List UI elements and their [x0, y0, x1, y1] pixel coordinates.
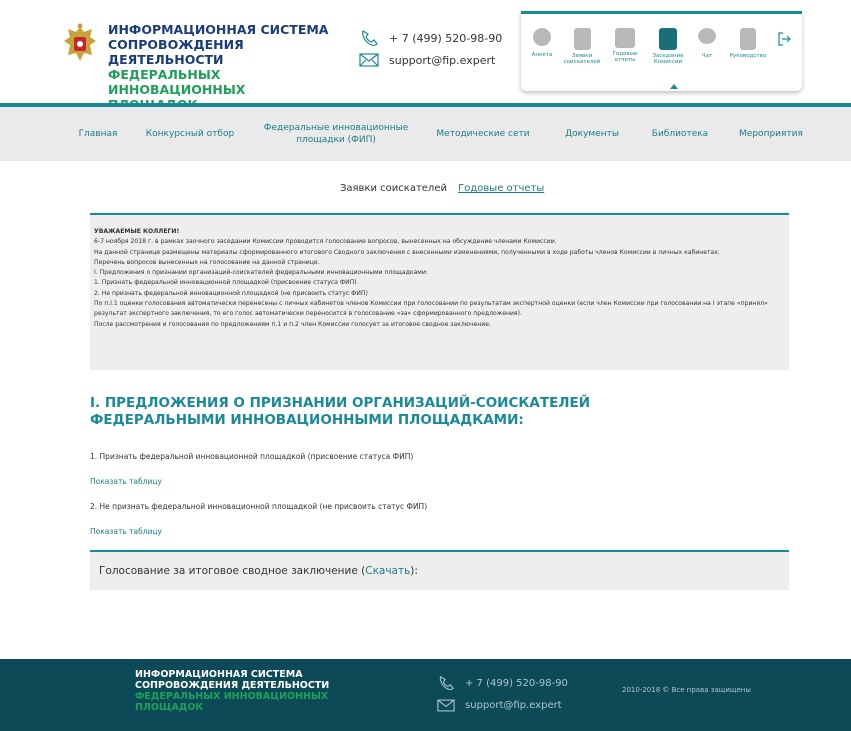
chat-icon — [698, 28, 716, 44]
tab-annual-reports[interactable]: Годовые отчеты — [458, 183, 544, 194]
user-toolbar: Анкета Заявки соискателей Годовые отчеты… — [521, 11, 802, 91]
active-indicator — [670, 84, 678, 89]
vote-text-suffix: ): — [410, 565, 418, 577]
toolbar-label: Чат — [701, 53, 713, 59]
toolbar-label: Руководство — [729, 53, 767, 59]
toolbar-label: Заявки соискателей — [563, 53, 601, 65]
toolbar-label: Заседание Комиссии — [652, 53, 684, 65]
phone-icon — [358, 29, 380, 47]
toolbar-label: Анкета — [531, 52, 553, 58]
show-table-link-2[interactable]: Показать таблицу — [90, 527, 162, 536]
toolbar-item-commission[interactable]: Заседание Комиссии — [647, 28, 689, 65]
notice-line: После рассмотрения и голосования по пред… — [94, 320, 491, 328]
show-table-link-1[interactable]: Показать таблицу — [90, 477, 162, 486]
notice-line: 2. Не признать федеральной инновационной… — [94, 289, 368, 297]
phone-icon — [436, 675, 456, 691]
nav-item-library[interactable]: Библиотека — [640, 107, 720, 161]
proposal-item-1: 1. Признать федеральной инновационной пл… — [90, 452, 414, 461]
toolbar-label: Годовые отчеты — [612, 51, 638, 63]
notice-line: Перечень вопросов вынесенных на голосова… — [94, 258, 320, 266]
site-footer: ИНФОРМАЦИОННАЯ СИСТЕМА СОПРОВОЖДЕНИЯ ДЕЯ… — [0, 659, 851, 731]
notice-title: УВАЖАЕМЫЕ КОЛЛЕГИ! — [94, 228, 180, 235]
footer-brand-line-2: СОПРОВОЖДЕНИЯ ДЕЯТЕЛЬНОСТИ — [135, 680, 330, 691]
logout-icon — [778, 32, 791, 46]
notice-line: 6-7 ноября 2018 г. в рамках заочного зас… — [94, 238, 557, 246]
nav-item-documents[interactable]: Документы — [552, 107, 632, 161]
toolbar-item-profile[interactable]: Анкета — [529, 28, 555, 58]
final-vote-box: Голосование за итоговое сводное заключен… — [90, 550, 789, 590]
footer-copyright: 2010-2018 © Все права защищены — [622, 686, 751, 694]
document-icon — [573, 28, 591, 50]
nav-item-events[interactable]: Мероприятия — [726, 107, 816, 161]
mail-icon — [436, 699, 456, 712]
toolbar-item-manual[interactable]: Руководство — [725, 28, 771, 59]
user-icon — [533, 28, 551, 46]
site-header: ИНФОРМАЦИОННАЯ СИСТЕМА СОПРОВОЖДЕНИЯ ДЕЯ… — [0, 0, 851, 112]
main-nav: Главная Конкурсный отбор Федеральные инн… — [0, 107, 851, 161]
nav-item-method-networks[interactable]: Методические сети — [428, 107, 538, 161]
mail-icon — [358, 51, 380, 69]
footer-contacts: + 7 (499) 520-98-90 support@fip.expert — [436, 672, 568, 716]
tab-applications[interactable]: Заявки соискателей — [340, 183, 447, 194]
commission-icon — [659, 28, 677, 50]
toolbar-item-applications[interactable]: Заявки соискателей — [561, 28, 603, 65]
proposal-item-2: 2. Не признать федеральной инновационной… — [90, 502, 428, 511]
footer-brand-line-3: ФЕДЕРАЛЬНЫХ ИННОВАЦИОННЫХ — [135, 691, 329, 702]
toolbar-item-annual-reports[interactable]: Годовые отчеты — [609, 28, 641, 63]
brand-line-1: ИНФОРМАЦИОННАЯ СИСТЕМА — [108, 22, 329, 37]
header-phone[interactable]: + 7 (499) 520-98-90 — [389, 32, 502, 45]
notice-line: I. Предложения о признании организаций-с… — [94, 269, 428, 277]
footer-phone[interactable]: + 7 (499) 520-98-90 — [465, 678, 568, 689]
section-heading: I. ПРЕДЛОЖЕНИЯ О ПРИЗНАНИИ ОРГАНИЗАЦИЙ-С… — [90, 395, 591, 428]
brand-line-3: ФЕДЕРАЛЬНЫХ ИННОВАЦИОННЫХ — [108, 67, 246, 97]
coat-of-arms-icon — [64, 23, 96, 61]
nav-item-fip[interactable]: Федеральные инновационные площадки (ФИП) — [256, 107, 416, 161]
toolbar-item-chat[interactable]: Чат — [695, 28, 719, 59]
notice-box: УВАЖАЕМЫЕ КОЛЛЕГИ! 6-7 ноября 2018 г. в … — [90, 213, 789, 370]
footer-brand[interactable]: ИНФОРМАЦИОННАЯ СИСТЕМА СОПРОВОЖДЕНИЯ ДЕЯ… — [135, 669, 355, 713]
notice-line: На данной странице размещены материалы с… — [94, 248, 720, 256]
download-link[interactable]: Скачать — [365, 565, 410, 577]
notice-line: По п.I.1 оценки голосования автоматическ… — [94, 300, 768, 318]
nav-item-home[interactable]: Главная — [62, 107, 134, 161]
header-contacts: + 7 (499) 520-98-90 support@fip.expert — [358, 27, 502, 71]
nav-item-contest[interactable]: Конкурсный отбор — [140, 107, 240, 161]
footer-brand-line-4: ПЛОЩАДОК — [135, 702, 204, 713]
footer-email[interactable]: support@fip.expert — [465, 700, 562, 711]
footer-brand-line-1: ИНФОРМАЦИОННАЯ СИСТЕМА — [135, 669, 303, 680]
header-email[interactable]: support@fip.expert — [389, 54, 495, 67]
vote-text-prefix: Голосование за итоговое сводное заключен… — [99, 565, 366, 577]
notice-line: 1. Признать федеральной инновационной пл… — [94, 279, 357, 287]
manual-icon — [740, 28, 756, 50]
folder-icon — [615, 28, 635, 48]
sub-tabs: Заявки соискателей Годовые отчеты — [340, 183, 544, 194]
brand-title[interactable]: ИНФОРМАЦИОННАЯ СИСТЕМА СОПРОВОЖДЕНИЯ ДЕЯ… — [108, 22, 348, 112]
brand-line-2: СОПРОВОЖДЕНИЯ ДЕЯТЕЛЬНОСТИ — [108, 37, 244, 67]
logout-button[interactable] — [775, 32, 793, 48]
